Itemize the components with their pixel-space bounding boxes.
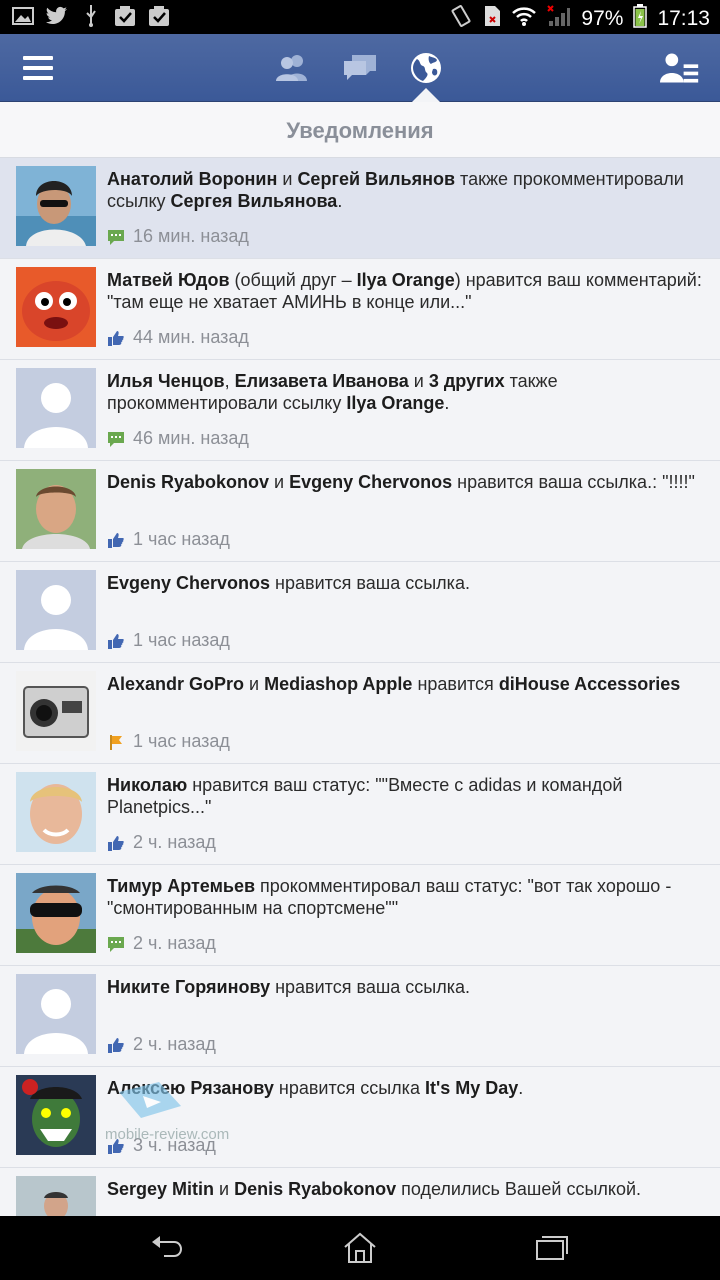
- friends-icon[interactable]: [272, 48, 312, 88]
- avatar: [16, 267, 96, 347]
- avatar: [16, 1176, 96, 1216]
- notification-item[interactable]: Sergey Mitin и Denis Ryabokonov поделили…: [0, 1168, 720, 1216]
- like-icon: [108, 633, 124, 649]
- avatar: [16, 469, 96, 549]
- avatar: [16, 166, 96, 246]
- notification-time: 2 ч. назад: [133, 832, 216, 852]
- like-icon: [108, 1037, 124, 1053]
- notification-text: Evgeny Chervonos нравится ваша ссылка.: [107, 573, 470, 593]
- notification-text: Матвей Юдов (общий друг – Ilya Orange) н…: [107, 270, 702, 312]
- avatar: [16, 368, 96, 448]
- home-icon[interactable]: [342, 1232, 378, 1264]
- notification-text: Denis Ryabokonov и Evgeny Chervonos нрав…: [107, 472, 695, 492]
- profile-list-icon[interactable]: [660, 48, 700, 88]
- notification-time: 46 мин. назад: [133, 428, 249, 448]
- avatar: [16, 873, 96, 953]
- comment-icon: [108, 229, 124, 245]
- battery-icon: [633, 4, 648, 34]
- avatar: [16, 1075, 96, 1155]
- notification-text: Илья Ченцов, Елизавета Иванова и 3 други…: [107, 371, 558, 413]
- notification-time: 1 час назад: [133, 630, 230, 650]
- recents-icon[interactable]: [534, 1232, 570, 1264]
- notification-text: Sergey Mitin и Denis Ryabokonov поделили…: [107, 1179, 642, 1199]
- clock: 17:13: [657, 7, 710, 30]
- status-bar: 97% 17:13: [0, 0, 720, 34]
- notification-text: Николаю нравится ваш статус: ""Вместе с …: [107, 775, 623, 817]
- notification-time: 2 ч. назад: [133, 1034, 216, 1054]
- notifications-panel: Уведомления Анатолий Воронин и Сергей Ви…: [0, 102, 720, 1216]
- notification-text: Никите Горяинову нравится ваша ссылка.: [107, 977, 471, 997]
- avatar: [16, 570, 96, 650]
- notification-item[interactable]: Evgeny Chervonos нравится ваша ссылка. 1…: [0, 562, 720, 663]
- avatar: [16, 772, 96, 852]
- vibrate-icon: [449, 5, 473, 33]
- like-icon: [108, 835, 124, 851]
- notification-meta: 44 мин. назад: [107, 327, 249, 348]
- panel-title: Уведомления: [0, 102, 720, 158]
- wifi-icon: [511, 5, 537, 33]
- notification-meta: 46 мин. назад: [107, 428, 249, 449]
- comment-icon: [108, 431, 124, 447]
- usb-icon: [80, 5, 102, 27]
- twitter-icon: [46, 5, 68, 27]
- notification-meta: 2 ч. назад: [107, 933, 216, 954]
- app-header: [0, 34, 720, 102]
- battery-percent: 97%: [581, 7, 624, 30]
- gallery-icon: [12, 5, 34, 27]
- notification-item[interactable]: Николаю нравится ваш статус: ""Вместе с …: [0, 764, 720, 865]
- notification-item[interactable]: Анатолий Воронин и Сергей Вильянов также…: [0, 158, 720, 259]
- notification-meta: 16 мин. назад: [107, 226, 249, 247]
- notification-time: 16 мин. назад: [133, 226, 249, 246]
- notification-item[interactable]: Матвей Юдов (общий друг – Ilya Orange) н…: [0, 259, 720, 360]
- system-nav-bar: [0, 1216, 720, 1280]
- notification-item[interactable]: Тимур Артемьев прокомментировал ваш стат…: [0, 865, 720, 966]
- notification-meta: 2 ч. назад: [107, 1034, 216, 1055]
- avatar: [16, 671, 96, 751]
- like-icon: [108, 532, 124, 548]
- notification-item[interactable]: Никите Горяинову нравится ваша ссылка. 2…: [0, 966, 720, 1067]
- notification-time: 1 час назад: [133, 529, 230, 549]
- notification-time: 2 ч. назад: [133, 933, 216, 953]
- active-tab-caret: [412, 88, 440, 102]
- notification-item[interactable]: Alexandr GoPro и Mediashop Apple нравитс…: [0, 663, 720, 764]
- messages-icon[interactable]: [340, 48, 380, 88]
- signal-icon: [547, 5, 571, 33]
- menu-icon[interactable]: [18, 48, 58, 88]
- avatar: [16, 974, 96, 1054]
- globe-icon[interactable]: [406, 48, 446, 88]
- notification-text: Анатолий Воронин и Сергей Вильянов также…: [107, 169, 684, 211]
- notification-item[interactable]: Илья Ченцов, Елизавета Иванова и 3 други…: [0, 360, 720, 461]
- comment-icon: [108, 936, 124, 952]
- notification-item[interactable]: Алексею Рязанову нравится ссылка It's My…: [0, 1067, 720, 1168]
- notification-meta: 1 час назад: [107, 731, 230, 752]
- notification-time: 1 час назад: [133, 731, 230, 751]
- notification-meta: 1 час назад: [107, 529, 230, 550]
- notification-time: 44 мин. назад: [133, 327, 249, 347]
- sim-icon: [483, 5, 501, 33]
- notification-item[interactable]: Denis Ryabokonov и Evgeny Chervonos нрав…: [0, 461, 720, 562]
- like-icon: [108, 330, 124, 346]
- back-icon[interactable]: [148, 1232, 184, 1264]
- page-flag-icon: [110, 734, 122, 750]
- task-done-icon: [148, 5, 170, 27]
- notification-text: Тимур Артемьев прокомментировал ваш стат…: [107, 876, 672, 918]
- watermark: mobile-review.com: [105, 1082, 229, 1143]
- notification-meta: 2 ч. назад: [107, 832, 216, 853]
- notification-meta: 1 час назад: [107, 630, 230, 651]
- task-done-icon: [114, 5, 136, 27]
- notification-text: Алексею Рязанову нравится ссылка It's My…: [107, 1078, 524, 1098]
- notification-text: Alexandr GoPro и Mediashop Apple нравитс…: [107, 674, 681, 694]
- watermark-logo: [119, 1082, 181, 1118]
